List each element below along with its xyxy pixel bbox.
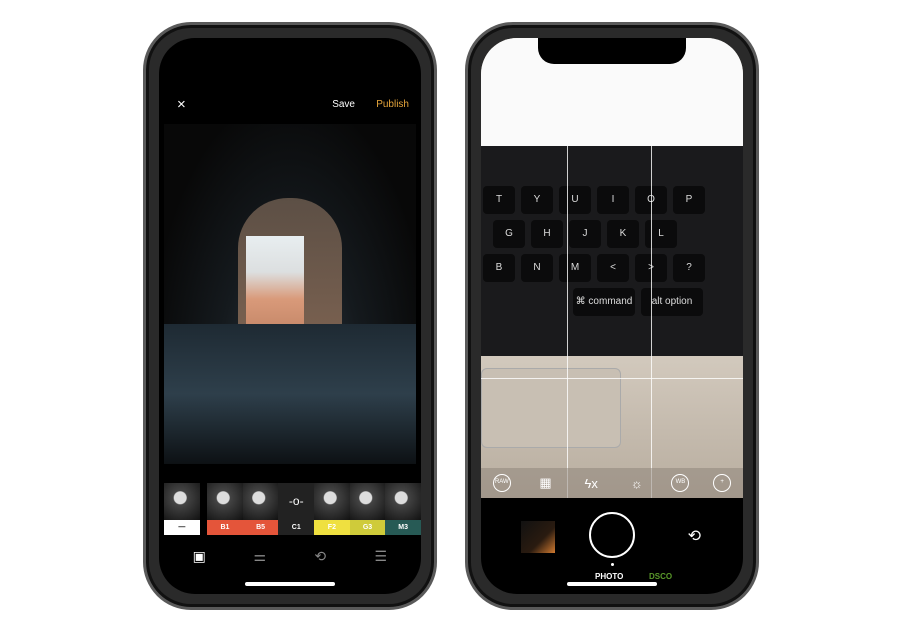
- filter-thumbnail: [207, 483, 243, 520]
- editor-nav: ▣ ⚌ ⟲ ☰: [159, 548, 421, 565]
- filter-label: M3: [385, 520, 421, 535]
- filter-1[interactable]: B1: [207, 483, 243, 535]
- plus-icon[interactable]: +: [713, 474, 732, 492]
- filter-strip: — B1 B5 -o- C1 F2 G3 M3: [164, 483, 421, 535]
- grid-line: [567, 146, 568, 498]
- trackpad: [481, 368, 621, 448]
- filter-label: —: [164, 520, 200, 535]
- shutter-button[interactable]: [589, 512, 635, 558]
- filter-6[interactable]: M3: [385, 483, 421, 535]
- mode-photo[interactable]: PHOTO: [595, 572, 623, 581]
- tunnel-opening: [246, 236, 304, 326]
- mode-indicator-dot: [611, 563, 614, 566]
- frame-icon[interactable]: ▣: [187, 548, 211, 565]
- key: L: [645, 220, 677, 248]
- filter-0[interactable]: —: [164, 483, 200, 535]
- close-icon[interactable]: ×: [177, 96, 186, 113]
- filter-label: G3: [349, 520, 386, 535]
- slider-icon: -o-: [278, 483, 315, 520]
- key-row: GHJKL: [493, 220, 743, 248]
- filter-thumbnail: [164, 483, 200, 520]
- white-balance-icon[interactable]: WB: [671, 474, 690, 492]
- key: <: [597, 254, 629, 282]
- save-button[interactable]: Save: [332, 99, 355, 110]
- key-row: BNM<>?: [483, 254, 743, 282]
- filter-4[interactable]: F2: [314, 483, 350, 535]
- recipes-icon[interactable]: ☰: [369, 548, 393, 565]
- grid-icon[interactable]: ▦: [534, 475, 556, 491]
- camera-screen: TYUIOP GHJKL BNM<>? ⌘ commandalt option RAW…: [481, 38, 743, 594]
- keyboard-keys: TYUIOP GHJKL BNM<>? ⌘ commandalt option: [483, 186, 743, 322]
- key: N: [521, 254, 553, 282]
- key: Y: [521, 186, 553, 214]
- key: P: [673, 186, 705, 214]
- editor-topbar: × Save Publish: [159, 96, 421, 116]
- exposure-icon[interactable]: ☼: [626, 476, 648, 491]
- filter-5[interactable]: G3: [349, 483, 386, 535]
- filter-label: B1: [207, 520, 243, 535]
- camera-toolbar: RAW ▦ ϟx ☼ WB +: [481, 468, 743, 498]
- key: G: [493, 220, 525, 248]
- filter-label: B5: [242, 520, 279, 535]
- sliders-icon[interactable]: ⚌: [248, 548, 272, 565]
- laptop-keyboard: TYUIOP GHJKL BNM<>? ⌘ commandalt option: [481, 146, 743, 356]
- phone-camera: TYUIOP GHJKL BNM<>? ⌘ commandalt option RAW…: [465, 22, 759, 610]
- key: H: [531, 220, 563, 248]
- key: ⌘ command: [573, 288, 635, 316]
- raw-icon[interactable]: RAW: [492, 474, 511, 492]
- key: K: [607, 220, 639, 248]
- key-row: ⌘ command alt option: [573, 288, 743, 316]
- filter-thumbnail: [385, 483, 421, 520]
- flip-camera-icon[interactable]: ⟲: [688, 526, 701, 546]
- home-indicator: [567, 582, 657, 586]
- filter-thumbnail: [242, 483, 279, 520]
- flash-off-icon[interactable]: ϟx: [580, 476, 602, 491]
- camera-viewfinder: TYUIOP GHJKL BNM<>? ⌘ commandalt option RAW…: [481, 38, 743, 498]
- last-photo-thumbnail[interactable]: [521, 521, 555, 553]
- key: ?: [673, 254, 705, 282]
- grid-line: [481, 378, 743, 379]
- editor-screen: × Save Publish — B1 B5 -o- C1 F2 G3 M3 ▣ ⚌ ⟲ ☰: [159, 38, 421, 594]
- filter-label: C1: [278, 520, 315, 535]
- key: J: [569, 220, 601, 248]
- filter-2[interactable]: B5: [242, 483, 279, 535]
- history-icon[interactable]: ⟲: [308, 548, 332, 565]
- key: U: [559, 186, 591, 214]
- filter-3[interactable]: -o- C1: [278, 483, 315, 535]
- key-row: TYUIOP: [483, 186, 743, 214]
- grid-line: [651, 146, 652, 498]
- phone-editor: × Save Publish — B1 B5 -o- C1 F2 G3 M3 ▣ ⚌ ⟲ ☰: [143, 22, 437, 610]
- publish-button[interactable]: Publish: [376, 99, 409, 110]
- notch: [538, 38, 686, 64]
- home-indicator: [245, 582, 335, 586]
- filter-label: F2: [314, 520, 350, 535]
- filter-thumbnail: [349, 483, 386, 520]
- photo-preview: [164, 124, 416, 464]
- tunnel-floor: [164, 324, 416, 464]
- filter-thumbnail: [314, 483, 350, 520]
- key: B: [483, 254, 515, 282]
- key: I: [597, 186, 629, 214]
- mode-dsco[interactable]: DSCO: [649, 572, 672, 581]
- key: T: [483, 186, 515, 214]
- key: M: [559, 254, 591, 282]
